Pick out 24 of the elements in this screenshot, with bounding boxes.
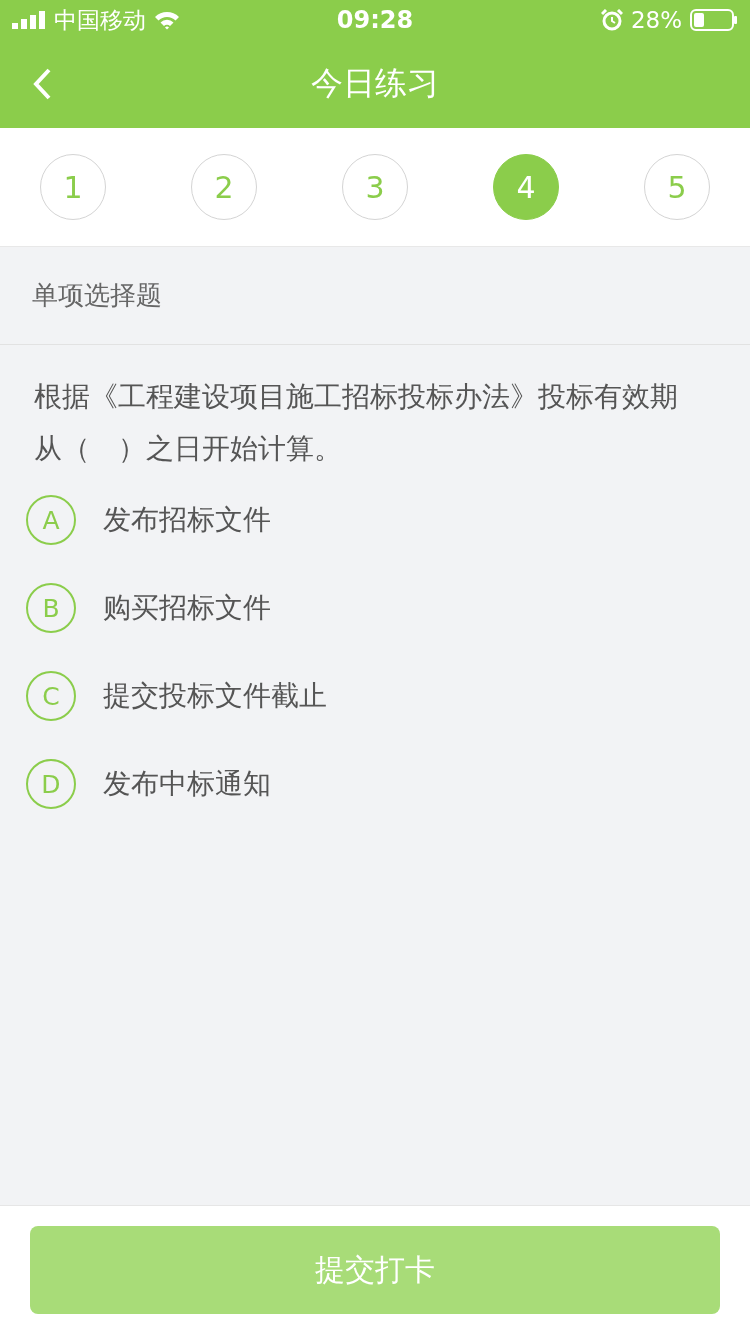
option-text[interactable]: 发布中标通知: [103, 765, 271, 803]
alarm-icon: [600, 9, 623, 31]
option-letter[interactable]: C: [26, 671, 76, 721]
option-letter[interactable]: B: [26, 583, 76, 633]
back-icon: [32, 67, 52, 101]
wifi-icon: [154, 10, 180, 30]
battery-percent: 28%: [630, 7, 682, 33]
page-title: 今日练习: [311, 63, 439, 104]
question-number-tab[interactable]: 4: [493, 154, 559, 220]
question-number-tab[interactable]: 1: [40, 154, 106, 220]
section-title: 单项选择题: [32, 279, 162, 312]
option-letter[interactable]: A: [26, 495, 76, 545]
option-text[interactable]: 发布招标文件: [103, 501, 271, 539]
question-text: 根据《工程建设项目施工招标投标办法》投标有效期从（ ）之日开始计算。: [33, 379, 679, 467]
option-letter[interactable]: D: [26, 759, 76, 809]
question-number-tab[interactable]: 2: [191, 154, 257, 220]
battery-icon: [690, 9, 738, 31]
option-text[interactable]: 提交投标文件截止: [103, 677, 327, 715]
option-text[interactable]: 购买招标文件: [103, 589, 271, 627]
signal-icon: [12, 11, 46, 29]
question-number-tab[interactable]: 3: [342, 154, 408, 220]
carrier-name: 中国移动: [54, 5, 146, 35]
question-number-tab[interactable]: 5: [644, 154, 710, 220]
clock-time: 09:28: [336, 6, 414, 34]
